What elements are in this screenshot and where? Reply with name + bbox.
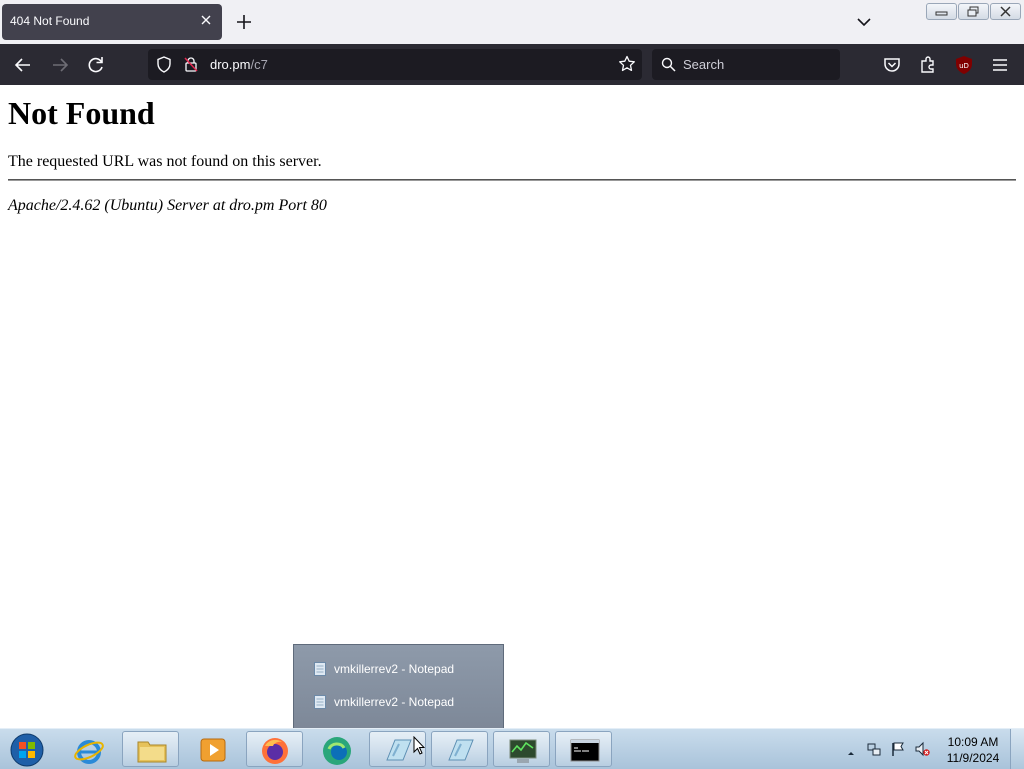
reload-icon[interactable] [85,54,107,76]
page-content: Not Found The requested URL was not foun… [0,85,1024,728]
popup-item-notepad-2[interactable]: vmkillerrev2 - Notepad [314,693,494,713]
ublock-icon[interactable]: uD [953,54,975,76]
internet-explorer-icon[interactable] [60,731,117,767]
search-placeholder: Search [683,57,725,72]
notepad-icon[interactable] [431,731,488,767]
url-host: dro.pm [210,57,251,72]
clock-date: 11/9/2024 [946,751,1000,765]
task-manager-icon[interactable] [493,731,550,767]
search-icon [661,57,676,76]
mouse-cursor-icon [413,735,426,760]
chevron-up-icon[interactable] [846,743,862,759]
arrow-right-icon[interactable] [49,54,71,76]
restore-button[interactable] [958,3,989,20]
firefox-icon[interactable] [246,731,303,767]
url-path: /c7 [250,57,268,72]
file-explorer-icon[interactable] [122,731,179,767]
clock-time: 10:09 AM [947,735,999,749]
network-icon[interactable] [866,741,882,757]
shield-icon[interactable] [156,56,172,77]
puzzle-icon[interactable] [917,54,939,76]
tab-title: 404 Not Found [10,14,90,28]
server-signature: Apache/2.4.62 (Ubuntu) Server at dro.pm … [8,197,327,214]
error-message: The requested URL was not found on this … [8,153,322,170]
new-tab-icon[interactable] [234,12,254,32]
edge-icon[interactable] [308,731,365,767]
taskbar-jump-popup: vmkillerrev2 - Notepad vmkillerrev2 - No… [293,644,504,730]
nav-toolbar: dro.pm/c7 Search uD [0,44,1024,85]
close-tab-icon[interactable] [198,12,214,28]
arrow-left-icon[interactable] [12,54,34,76]
tab-active[interactable]: 404 Not Found [2,4,222,40]
page-title: Not Found [8,95,155,131]
tab-strip: 404 Not Found [0,0,1024,44]
command-prompt-icon[interactable] [555,731,612,767]
popup-item-notepad-1[interactable]: vmkillerrev2 - Notepad [314,660,494,680]
show-desktop-button[interactable] [1010,729,1024,769]
volume-muted-icon[interactable] [914,741,930,757]
star-icon[interactable] [618,55,636,77]
chevron-down-icon[interactable] [854,12,874,32]
media-player-icon[interactable] [184,731,241,767]
minimize-button[interactable] [926,3,957,20]
hamburger-menu-icon[interactable] [989,54,1011,76]
popup-item-label: vmkillerrev2 - Notepad [334,662,455,676]
pocket-icon[interactable] [881,54,903,76]
taskbar: 10:09 AM 11/9/2024 [0,728,1024,769]
notepad-icon [314,662,326,676]
lock-icon[interactable] [183,56,199,77]
url-text: dro.pm/c7 [210,57,268,72]
system-clock[interactable]: 10:09 AM 11/9/2024 [940,734,1006,766]
address-bar[interactable]: dro.pm/c7 [148,49,642,80]
svg-text:uD: uD [959,62,969,70]
popup-item-label: vmkillerrev2 - Notepad [334,695,455,709]
flag-icon[interactable] [890,741,906,757]
notepad-icon [314,695,326,709]
divider [8,179,1016,181]
search-input[interactable]: Search [652,49,840,80]
start-orb-icon[interactable] [0,731,57,767]
close-window-button[interactable] [990,3,1021,20]
